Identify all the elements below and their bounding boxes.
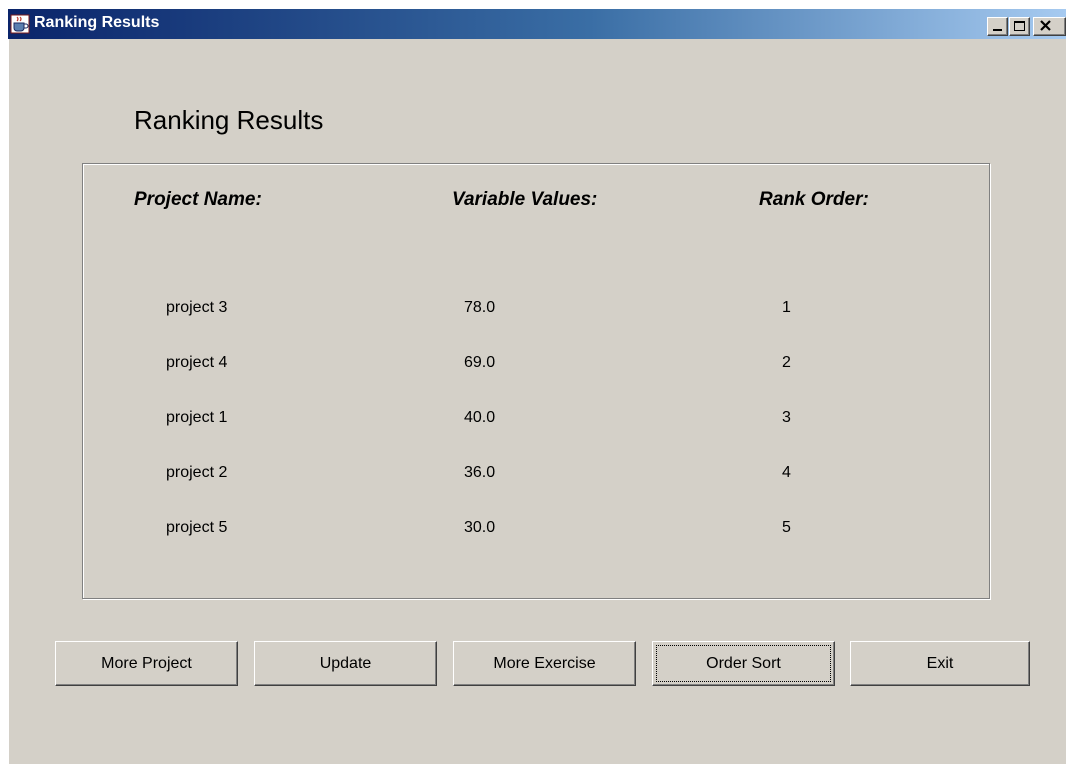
rank-order-cell: 5 bbox=[782, 519, 791, 536]
more-project-button[interactable]: More Project bbox=[55, 641, 238, 686]
more-exercise-button[interactable]: More Exercise bbox=[453, 641, 636, 686]
maximize-icon bbox=[1014, 21, 1025, 31]
variable-value-cell: 30.0 bbox=[464, 519, 496, 536]
project-name-cell: project 1 bbox=[166, 409, 228, 426]
ranking-results-window: Ranking Results Ranking Results Project … bbox=[8, 9, 1066, 764]
variable-value-cell: 36.0 bbox=[464, 464, 496, 481]
project-name-cell: project 5 bbox=[166, 519, 228, 536]
variable-value-cell: 40.0 bbox=[464, 409, 496, 426]
project-name-cell: project 3 bbox=[166, 299, 228, 316]
rank-order-cell: 2 bbox=[782, 354, 791, 371]
close-button[interactable] bbox=[1033, 17, 1066, 36]
project-name-cell: project 4 bbox=[166, 354, 228, 371]
maximize-button[interactable] bbox=[1009, 17, 1030, 36]
exit-button[interactable]: Exit bbox=[850, 641, 1030, 686]
rank-order-cell: 4 bbox=[782, 464, 791, 481]
column-header-rank-order: Rank Order: bbox=[759, 189, 869, 210]
variable-value-cell: 69.0 bbox=[464, 354, 496, 371]
order-sort-button-wrapper: Order Sort bbox=[652, 641, 835, 686]
variable-value-cell: 78.0 bbox=[464, 299, 496, 316]
minimize-button[interactable] bbox=[987, 17, 1008, 36]
close-icon bbox=[1036, 15, 1056, 35]
minimize-icon bbox=[993, 29, 1002, 31]
title-bar[interactable]: Ranking Results bbox=[8, 9, 1066, 39]
column-header-project-name: Project Name: bbox=[134, 189, 262, 210]
rank-order-cell: 1 bbox=[782, 299, 791, 316]
rank-order-cell: 3 bbox=[782, 409, 791, 426]
update-button[interactable]: Update bbox=[254, 641, 437, 686]
java-coffee-cup-icon bbox=[10, 14, 30, 34]
project-name-cell: project 2 bbox=[166, 464, 228, 481]
window-title: Ranking Results bbox=[34, 14, 160, 31]
page-heading: Ranking Results bbox=[134, 105, 324, 135]
order-sort-button[interactable]: Order Sort bbox=[652, 641, 835, 686]
column-header-variable-values: Variable Values: bbox=[452, 189, 598, 210]
